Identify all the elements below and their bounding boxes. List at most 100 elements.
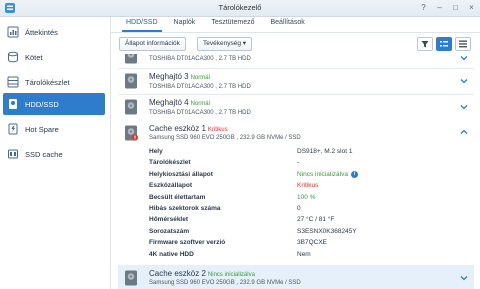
sidebar-item-ssd-cache[interactable]: SSD cache bbox=[3, 143, 105, 165]
ssd-icon bbox=[125, 270, 137, 286]
disk-name: Cache eszköz 1 Kritikus bbox=[149, 124, 228, 133]
disk-name: Cache eszköz 2 Nincs inicializálva bbox=[149, 269, 255, 278]
disk-status: Normál bbox=[190, 101, 210, 107]
detail-value: Nincs inicializálva i bbox=[297, 170, 358, 179]
action-button[interactable]: Tevékenység ▾ bbox=[197, 37, 253, 51]
tab-test-scheduler[interactable]: Tesztütemező bbox=[203, 16, 262, 32]
chevron-down-icon[interactable] bbox=[460, 77, 468, 85]
detail-label: 4K native HDD bbox=[149, 250, 194, 258]
title-bar: Tárolókezelő ? – □ × bbox=[0, 0, 480, 17]
detail-label: Hely bbox=[149, 148, 163, 155]
sidebar-item-hot-spare[interactable]: Hot Spare bbox=[3, 118, 105, 140]
detail-row-serial: Sorozatszám S3ESNX0K368245Y bbox=[149, 228, 469, 238]
minimize-icon[interactable]: – bbox=[435, 3, 444, 12]
disk-name-text: Meghajtó 3 bbox=[149, 72, 189, 81]
detail-value: 3B7QCXE bbox=[297, 239, 327, 247]
allocation-status: Nincs inicializálva bbox=[297, 171, 348, 179]
compact-view-button[interactable] bbox=[455, 37, 471, 51]
sidebar-item-label: Hot Spare bbox=[25, 124, 59, 134]
disk-name: Meghajtó 3 Normál bbox=[149, 72, 210, 81]
sidebar-item-label: HDD/SSD bbox=[25, 99, 59, 109]
detail-row-health: Eszközállapot Kritikus bbox=[149, 182, 469, 192]
filter-button[interactable] bbox=[417, 37, 433, 51]
detail-label: Sorozatszám bbox=[149, 227, 190, 235]
detail-value: 100 % bbox=[297, 193, 316, 201]
list-item-drive-3[interactable]: Meghajtó 3 Normál TOSHIBA DT01ACA300 , 2.… bbox=[118, 68, 474, 95]
info-icon[interactable]: i bbox=[350, 170, 358, 178]
detail-label: Hőmérséklet bbox=[149, 216, 189, 224]
tab-hdd-ssd[interactable]: HDD/SSD bbox=[118, 16, 166, 32]
compact-view-icon bbox=[459, 40, 467, 48]
chevron-down-icon: ▾ bbox=[242, 40, 247, 47]
disk-name-text: Cache eszköz 1 bbox=[149, 124, 206, 133]
chevron-down-icon[interactable] bbox=[460, 54, 468, 62]
chevron-down-icon[interactable] bbox=[460, 274, 468, 282]
detail-label: Tárolókészlet bbox=[149, 159, 191, 167]
sidebar-item-hdd-ssd[interactable]: HDD/SSD bbox=[3, 93, 105, 115]
storage-pool-icon bbox=[7, 76, 19, 88]
detail-value: - bbox=[297, 159, 300, 167]
action-button-label: Tevékenység bbox=[203, 40, 241, 47]
detail-row-pool: Tárolókészlet - bbox=[149, 159, 469, 169]
sidebar-item-storage-pool[interactable]: Tárolókészlet bbox=[3, 71, 105, 93]
list-view-icon bbox=[440, 41, 448, 47]
sidebar-item-label: SSD cache bbox=[25, 149, 63, 159]
hdd-icon bbox=[125, 73, 137, 89]
detail-label: Eszközállapot bbox=[149, 182, 192, 190]
tab-bar: HDD/SSD Naplók Tesztütemező Beállítások bbox=[118, 16, 313, 32]
detail-value: 0 bbox=[297, 205, 301, 212]
list-view-button[interactable] bbox=[436, 37, 452, 51]
detail-label: Becsült élettartam bbox=[149, 193, 206, 201]
sidebar-item-label: Áttekintés bbox=[25, 27, 58, 37]
status-info-button[interactable]: Állapot információk bbox=[119, 37, 186, 51]
disk-status: Kritikus bbox=[207, 127, 228, 133]
detail-row-bad-sectors: Hibás szektorok száma 0 bbox=[149, 205, 469, 215]
detail-value: DS918+, M.2 slot 1 bbox=[297, 148, 353, 155]
disk-name: Meghajtó 4 Normál bbox=[149, 98, 210, 107]
detail-row-temperature: Hőmérséklet 27 °C / 81 °F bbox=[149, 216, 469, 226]
hot-spare-icon bbox=[7, 123, 19, 135]
detail-table: Hely DS918+, M.2 slot 1 Tárolókészlet - … bbox=[149, 148, 469, 260]
list-item-cache-device-1[interactable]: Cache eszköz 1 Kritikus Samsung SSD 960 E… bbox=[118, 120, 474, 266]
detail-value: Kritikus bbox=[297, 182, 319, 190]
detail-row-firmware: Firmware szoftver verzió 3B7QCXE bbox=[149, 239, 469, 249]
list-item-cache-device-2[interactable]: Cache eszköz 2 Nincs inicializálva Samsun… bbox=[118, 265, 474, 289]
hdd-icon bbox=[7, 98, 19, 110]
volume-icon bbox=[7, 51, 19, 63]
detail-label: Helykiosztási állapot bbox=[149, 170, 213, 178]
sidebar-item-volume[interactable]: Kötet bbox=[3, 46, 105, 68]
detail-label: Hibás szektorok száma bbox=[149, 205, 221, 212]
help-icon[interactable]: ? bbox=[419, 3, 428, 12]
hdd-icon bbox=[125, 99, 137, 115]
disk-list: TOSHIBA DT01ACA300 , 2.7 TB HDD Meghajtó… bbox=[118, 54, 476, 289]
list-item[interactable]: TOSHIBA DT01ACA300 , 2.7 TB HDD bbox=[118, 54, 474, 69]
disk-model: TOSHIBA DT01ACA300 , 2.7 TB HDD bbox=[149, 84, 251, 90]
detail-row-allocation: Helykiosztási állapot Nincs inicializálv… bbox=[149, 170, 469, 181]
ssd-cache-icon bbox=[7, 148, 19, 160]
disk-name-text: Meghajtó 4 bbox=[149, 98, 189, 107]
chevron-up-icon[interactable] bbox=[460, 128, 468, 136]
disk-model: TOSHIBA DT01ACA300 , 2.7 TB HDD bbox=[149, 110, 251, 116]
detail-row-lifespan: Becsült élettartam 100 % bbox=[149, 194, 469, 204]
close-icon[interactable]: × bbox=[467, 3, 476, 12]
disk-name-text: Cache eszköz 2 bbox=[149, 269, 206, 278]
chevron-down-icon[interactable] bbox=[460, 103, 468, 111]
sidebar-item-label: Tárolókészlet bbox=[25, 77, 70, 87]
hdd-icon bbox=[125, 54, 137, 64]
detail-value: S3ESNX0K368245Y bbox=[297, 227, 357, 235]
detail-label: Firmware szoftver verzió bbox=[149, 239, 226, 247]
detail-value: 27 °C / 81 °F bbox=[297, 216, 335, 224]
tab-settings[interactable]: Beállítások bbox=[263, 16, 313, 32]
sidebar-item-label: Kötet bbox=[25, 52, 43, 62]
list-item-drive-4[interactable]: Meghajtó 4 Normál TOSHIBA DT01ACA300 , 2.… bbox=[118, 94, 474, 121]
sidebar-item-overview[interactable]: Áttekintés bbox=[3, 21, 105, 43]
disk-model: TOSHIBA DT01ACA300 , 2.7 TB HDD bbox=[149, 56, 251, 62]
disk-model: Samsung SSD 960 EVO 250GB , 232.9 GB NVM… bbox=[149, 280, 301, 286]
tab-logs[interactable]: Naplók bbox=[166, 16, 204, 32]
sidebar: Áttekintés Kötet Tárolókészlet HDD/SSD H… bbox=[0, 17, 111, 289]
maximize-icon[interactable]: □ bbox=[451, 3, 460, 12]
filter-icon bbox=[421, 41, 429, 48]
detail-value: Nem bbox=[297, 250, 311, 258]
disk-status: Nincs inicializálva bbox=[207, 272, 255, 278]
overview-icon bbox=[7, 26, 19, 38]
